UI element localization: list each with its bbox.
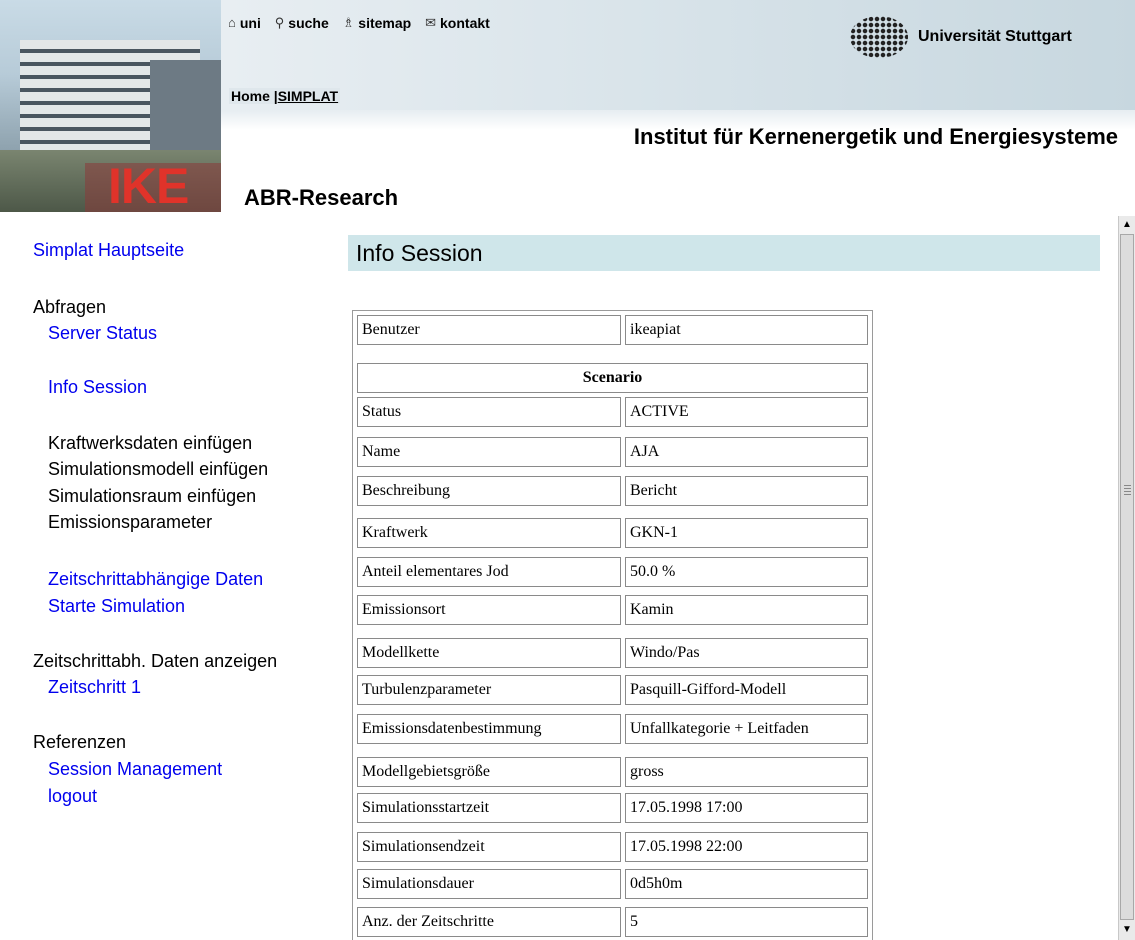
row-value: Kamin bbox=[625, 595, 868, 625]
row-value: Bericht bbox=[625, 476, 868, 506]
sidebar-logout[interactable]: logout bbox=[48, 785, 97, 807]
row-value: 0d5h0m bbox=[625, 869, 868, 899]
row-label: Turbulenzparameter bbox=[357, 675, 621, 705]
ike-logo: IKE bbox=[108, 158, 189, 212]
nav-suche-link[interactable]: ⚲ suche bbox=[275, 15, 329, 31]
sidebar-session-management[interactable]: Session Management bbox=[48, 758, 222, 780]
table-row: Modellgebietsgröße gross bbox=[357, 757, 868, 787]
row-label: Modellkette bbox=[357, 638, 621, 668]
row-value: Unfallkategorie + Leitfaden bbox=[625, 714, 868, 744]
home-icon: ⌂ bbox=[228, 15, 236, 30]
page-header: IKE ⌂ uni ⚲ suche ♗ sitemap ✉ kontakt Un… bbox=[0, 0, 1135, 216]
building-photo: IKE bbox=[0, 0, 221, 212]
university-name[interactable]: Universität Stuttgart bbox=[918, 28, 1072, 46]
row-label: Name bbox=[357, 437, 621, 467]
nav-label: uni bbox=[239, 14, 261, 31]
row-label: Anz. der Zeitschritte bbox=[357, 907, 621, 937]
session-info-table: Benutzer ikeapiat Scenario Status ACTIVE… bbox=[352, 310, 873, 940]
scroll-up-icon[interactable]: ▲ bbox=[1119, 217, 1135, 233]
table-row: Simulationsendzeit 17.05.1998 22:00 bbox=[357, 832, 868, 862]
row-label: Simulationsdauer bbox=[357, 869, 621, 899]
sidebar-zeitschritt-1[interactable]: Zeitschritt 1 bbox=[48, 676, 141, 698]
table-row: Emissionsdatenbestimmung Unfallkategorie… bbox=[357, 714, 868, 744]
nav-sitemap-link[interactable]: ♗ sitemap bbox=[343, 15, 412, 31]
table-row: Modellkette Windo/Pas bbox=[357, 638, 868, 668]
row-label: Emissionsort bbox=[357, 595, 621, 625]
table-row: Anz. der Zeitschritte 5 bbox=[357, 907, 868, 937]
row-value: GKN-1 bbox=[625, 518, 868, 548]
row-value: 17.05.1998 22:00 bbox=[625, 832, 868, 862]
table-row: Benutzer ikeapiat bbox=[357, 315, 868, 345]
sidebar-heading-referenzen: Referenzen bbox=[33, 732, 127, 752]
vertical-scrollbar[interactable]: ▲ ▼ bbox=[1118, 216, 1135, 940]
row-label: Simulationsendzeit bbox=[357, 832, 621, 862]
sidebar-server-status[interactable]: Server Status bbox=[48, 322, 157, 344]
scenario-header: Scenario bbox=[357, 363, 868, 393]
table-section-header: Scenario bbox=[357, 363, 868, 393]
nav-uni-link[interactable]: ⌂ uni bbox=[228, 15, 261, 31]
table-row: Beschreibung Bericht bbox=[357, 476, 868, 506]
row-label: Modellgebietsgröße bbox=[357, 757, 621, 787]
row-value: 50.0 % bbox=[625, 557, 868, 587]
sidebar-simulationsmodell: Simulationsmodell einfügen bbox=[48, 459, 269, 479]
nav-kontakt-link[interactable]: ✉ kontakt bbox=[425, 15, 490, 31]
mail-icon: ✉ bbox=[425, 15, 437, 30]
sidebar-simulationsraum: Simulationsraum einfügen bbox=[48, 486, 257, 506]
sidebar-zeitschrittabhaengige-daten[interactable]: Zeitschrittabhängige Daten bbox=[48, 568, 263, 590]
row-value: ACTIVE bbox=[625, 397, 868, 427]
row-label: Status bbox=[357, 397, 621, 427]
institute-title: Institut für Kernenergetik und Energiesy… bbox=[633, 124, 1118, 149]
table-row: Kraftwerk GKN-1 bbox=[357, 518, 868, 548]
row-label: Benutzer bbox=[357, 315, 621, 345]
table-row: Emissionsort Kamin bbox=[357, 595, 868, 625]
table-row: Turbulenzparameter Pasquill-Gifford-Mode… bbox=[357, 675, 868, 705]
row-label: Kraftwerk bbox=[357, 518, 621, 548]
sidebar-kraftwerksdaten: Kraftwerksdaten einfügen bbox=[48, 433, 253, 453]
breadcrumb-simplat[interactable]: SIMPLAT bbox=[278, 88, 338, 104]
row-value: Pasquill-Gifford-Modell bbox=[625, 675, 868, 705]
breadcrumb: Home |SIMPLAT bbox=[229, 88, 341, 104]
table-row: Simulationsstartzeit 17.05.1998 17:00 bbox=[357, 793, 868, 823]
row-label: Emissionsdatenbestimmung bbox=[357, 714, 621, 744]
sidebar-info-session[interactable]: Info Session bbox=[48, 376, 147, 398]
table-row: Anteil elementares Jod 50.0 % bbox=[357, 557, 868, 587]
table-row: Name AJA bbox=[357, 437, 868, 467]
search-icon: ⚲ bbox=[274, 15, 285, 30]
scroll-down-icon[interactable]: ▼ bbox=[1119, 922, 1135, 938]
row-label: Beschreibung bbox=[357, 476, 621, 506]
nav-label: sitemap bbox=[358, 15, 412, 31]
nav-label: kontakt bbox=[440, 15, 490, 31]
row-value: AJA bbox=[625, 437, 868, 467]
page-title: Info Session bbox=[348, 235, 1100, 271]
row-value: Windo/Pas bbox=[625, 638, 868, 668]
department-title: ABR-Research bbox=[244, 185, 399, 210]
university-logo-icon[interactable] bbox=[850, 16, 908, 58]
table-row: Simulationsdauer 0d5h0m bbox=[357, 869, 868, 899]
table-row: Status ACTIVE bbox=[357, 397, 868, 427]
sidebar-starte-simulation[interactable]: Starte Simulation bbox=[48, 595, 185, 617]
sidebar-simplat-hauptseite[interactable]: Simplat Hauptseite bbox=[33, 239, 184, 261]
sitemap-icon: ♗ bbox=[342, 15, 355, 30]
row-value: 17.05.1998 17:00 bbox=[625, 793, 868, 823]
sidebar-heading-daten-anzeigen: Zeitschrittabh. Daten anzeigen bbox=[33, 651, 278, 671]
top-navigation: ⌂ uni ⚲ suche ♗ sitemap ✉ kontakt bbox=[228, 14, 500, 32]
sidebar-emissionsparameter: Emissionsparameter bbox=[48, 512, 213, 532]
row-value: 5 bbox=[625, 907, 868, 937]
sidebar-heading-abfragen: Abfragen bbox=[33, 297, 107, 317]
breadcrumb-home[interactable]: Home | bbox=[231, 88, 278, 104]
row-value: ikeapiat bbox=[625, 315, 868, 345]
nav-label: suche bbox=[288, 15, 329, 31]
row-label: Anteil elementares Jod bbox=[357, 557, 621, 587]
scrollbar-thumb[interactable] bbox=[1120, 234, 1134, 920]
scrollbar-grip-icon bbox=[1124, 485, 1131, 495]
row-label: Simulationsstartzeit bbox=[357, 793, 621, 823]
row-value: gross bbox=[625, 757, 868, 787]
